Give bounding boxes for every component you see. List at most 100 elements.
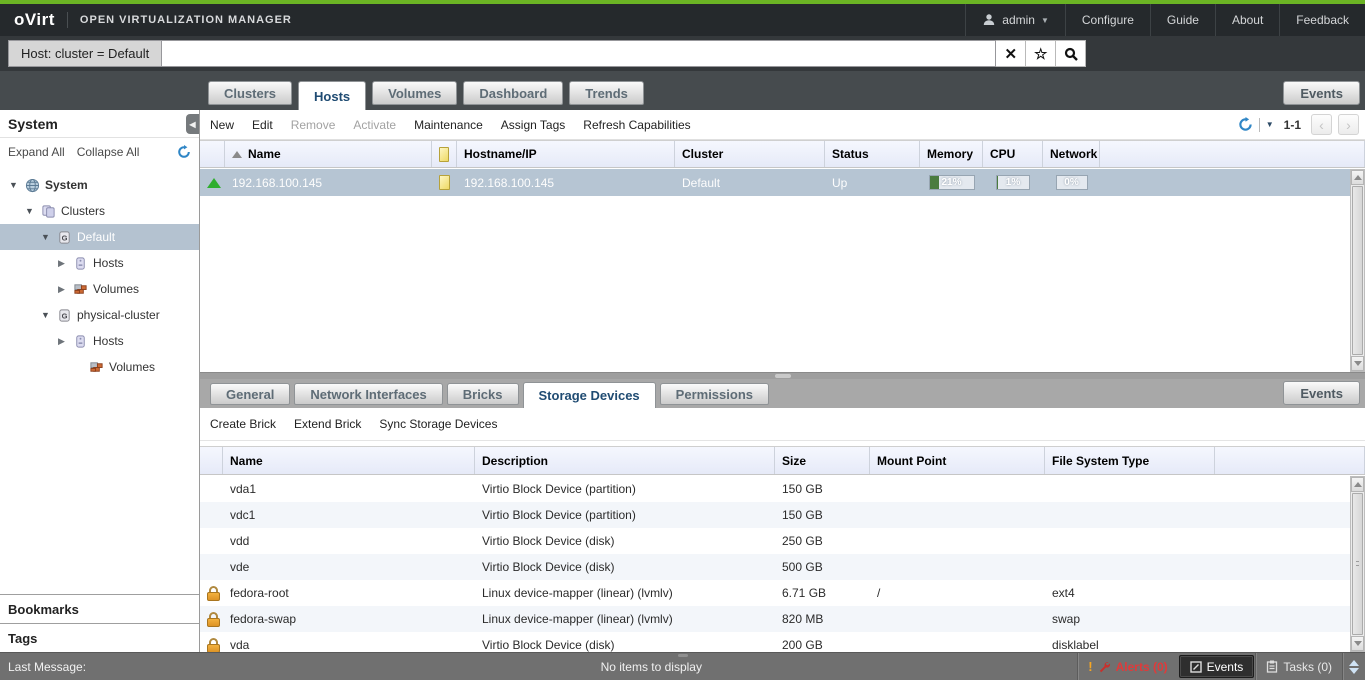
scroll-down-icon[interactable] [1351,636,1364,651]
scrollbar-thumb[interactable] [1352,186,1363,355]
app-menu-item-guide[interactable]: Guide [1150,4,1215,36]
column-label: Network [1050,147,1097,161]
hosts-grid-scrollbar[interactable] [1350,169,1365,372]
action-create-brick[interactable]: Create Brick [210,417,276,431]
action-sync-storage-devices[interactable]: Sync Storage Devices [379,417,497,431]
tasks-button[interactable]: Tasks (0) [1255,653,1342,680]
storage-device-row[interactable]: fedora-swapLinux device-mapper (linear) … [200,606,1350,632]
collapse-node-icon[interactable]: ▼ [24,206,35,216]
last-message-label: Last Message: [0,660,86,674]
storage-device-row[interactable]: fedora-rootLinux device-mapper (linear) … [200,580,1350,606]
tree-item-label: Volumes [93,282,139,296]
tab-trends[interactable]: Trends [569,81,644,105]
main-events-button[interactable]: Events [1283,81,1360,105]
collapse-node-icon[interactable]: ▼ [40,232,51,242]
sidebar-section-tags[interactable]: Tags [0,623,199,652]
tab-clusters[interactable]: Clusters [208,81,292,105]
tab-volumes[interactable]: Volumes [372,81,457,105]
tab-dashboard[interactable]: Dashboard [463,81,563,105]
grid-refresh-icon[interactable] [1238,117,1253,132]
detail-tab-bricks[interactable]: Bricks [447,383,519,405]
search-button[interactable] [1056,40,1086,67]
detail-tab-storage-devices[interactable]: Storage Devices [523,382,656,408]
storage-device-row[interactable]: vda1Virtio Block Device (partition)150 G… [200,476,1350,502]
refresh-options-icon[interactable]: ▼ [1266,120,1274,129]
prev-page-button[interactable]: ‹ [1311,114,1332,135]
storage-device-row[interactable]: vddVirtio Block Device (disk)250 GB [200,528,1350,554]
clear-search-button[interactable]: ✕ [996,40,1026,67]
host-row[interactable]: 192.168.100.145192.168.100.145DefaultUp2… [200,169,1350,196]
tree-item-volumes[interactable]: ▶ Volumes [0,276,199,302]
next-page-button[interactable]: › [1338,114,1359,135]
pane-splitter[interactable] [200,372,1365,379]
toolbar-item-refresh-capabilities[interactable]: Refresh Capabilities [583,118,690,132]
action-extend-brick[interactable]: Extend Brick [294,417,361,431]
scroll-down-icon[interactable] [1351,356,1364,371]
scroll-up-icon[interactable] [1351,170,1364,185]
search-input[interactable] [162,40,996,67]
tree-item-volumes[interactable]: Volumes [0,354,199,380]
host-network-cell: 0% [1043,175,1100,190]
tree-item-hosts[interactable]: ▶Hosts [0,328,199,354]
tree-refresh-icon[interactable] [177,145,191,159]
user-menu[interactable]: admin ▼ [965,4,1065,36]
expand-all-link[interactable]: Expand All [8,145,65,159]
column-header-cpu[interactable]: CPU [983,141,1043,167]
scroll-up-icon[interactable] [1351,477,1364,492]
toolbar-item-new[interactable]: New [210,118,234,132]
column-header-hostname-ip[interactable]: Hostname/IP [457,141,675,167]
tree-item-default[interactable]: ▼GDefault [0,224,199,250]
toolbar-item-edit[interactable]: Edit [252,118,273,132]
storage-grid-scrollbar[interactable] [1350,476,1365,652]
tab-hosts[interactable]: Hosts [298,81,366,110]
detail-events-button[interactable]: Events [1283,381,1360,405]
column-header-mount-point[interactable]: Mount Point [870,447,1045,474]
app-menu-item-about[interactable]: About [1215,4,1279,36]
app-menu-item-configure[interactable]: Configure [1065,4,1150,36]
detail-tab-network-interfaces[interactable]: Network Interfaces [294,383,442,405]
collapse-node-icon[interactable]: ▼ [8,180,19,190]
column-header-status[interactable]: Status [825,141,920,167]
expand-node-icon[interactable]: ▶ [56,258,67,269]
column-header-name[interactable]: Name [225,141,432,167]
expand-node-icon[interactable]: ▶ [56,284,67,295]
toolbar-divider [1259,118,1260,132]
app-menu-item-feedback[interactable]: Feedback [1279,4,1365,36]
column-header-description[interactable]: Description [475,447,775,474]
alerts-button[interactable]: ! Alerts (0) [1077,653,1177,680]
scrollbar-thumb[interactable] [1352,493,1363,635]
search-scope-button[interactable]: Host: cluster = Default [8,40,162,67]
sidebar-collapse-button[interactable]: ◀ [186,114,199,134]
statusbar-handle[interactable] [678,654,688,657]
column-header-cluster[interactable]: Cluster [675,141,825,167]
toolbar-item-maintenance[interactable]: Maintenance [414,118,483,132]
sidebar-section-bookmarks[interactable]: Bookmarks [0,594,199,623]
device-fs-type-cell: swap [1045,612,1215,626]
collapse-all-link[interactable]: Collapse All [77,145,140,159]
toolbar-item-assign-tags[interactable]: Assign Tags [501,118,565,132]
device-size-cell: 250 GB [775,534,870,548]
storage-device-row[interactable]: vdaVirtio Block Device (disk)200 GBdiskl… [200,632,1350,652]
expand-node-icon[interactable]: ▶ [56,336,67,347]
column-header-memory[interactable]: Memory [920,141,983,167]
column-header-type-icon[interactable] [432,141,457,167]
app-menu-items: ConfigureGuideAboutFeedback [1065,4,1365,36]
tree-item-physical-cluster[interactable]: ▼Gphysical-cluster [0,302,199,328]
detail-tab-permissions[interactable]: Permissions [660,383,769,405]
tree-item-hosts[interactable]: ▶Hosts [0,250,199,276]
tree-item-clusters[interactable]: ▼Clusters [0,198,199,224]
storage-device-row[interactable]: vdeVirtio Block Device (disk)500 GB [200,554,1350,580]
column-header-name[interactable]: Name [223,447,475,474]
statusbar-resize-button[interactable] [1342,653,1365,680]
column-header-network[interactable]: Network [1043,141,1100,167]
bookmark-search-button[interactable]: ☆ [1026,40,1056,67]
tree-item-system[interactable]: ▼System [0,172,199,198]
lock-icon [207,638,220,653]
detail-tab-general[interactable]: General [210,383,290,405]
collapse-node-icon[interactable]: ▼ [40,310,51,320]
column-header-size[interactable]: Size [775,447,870,474]
storage-device-row[interactable]: vdc1Virtio Block Device (partition)150 G… [200,502,1350,528]
splitter-handle[interactable] [775,374,791,378]
events-button[interactable]: Events [1179,655,1255,678]
column-header-file-system-type[interactable]: File System Type [1045,447,1215,474]
